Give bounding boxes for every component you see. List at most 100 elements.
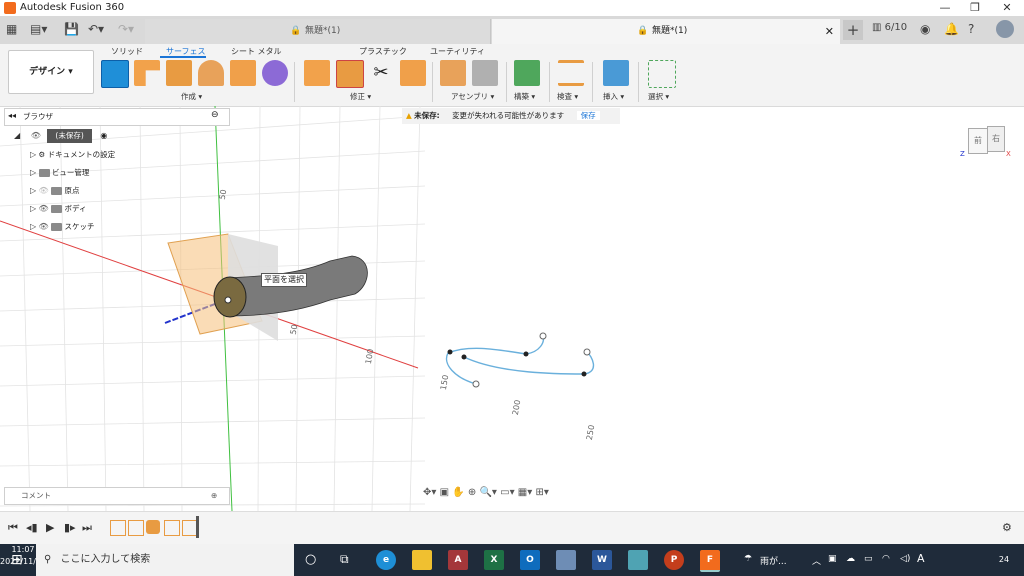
- weather-text[interactable]: 雨が...: [760, 554, 787, 567]
- collapsed-triangle-icon[interactable]: ▷: [30, 150, 36, 159]
- save-icon[interactable]: 💾: [64, 22, 79, 36]
- pan-hand-icon[interactable]: ✋: [452, 487, 464, 498]
- grid-settings-icon[interactable]: ▦▾: [518, 487, 532, 498]
- paint-icon[interactable]: [556, 550, 576, 570]
- eye-icon[interactable]: 👁: [39, 186, 49, 195]
- group-assembly[interactable]: アセンブリ ▾: [451, 91, 494, 102]
- redo-icon[interactable]: ↷▾: [118, 22, 134, 36]
- weather-icon[interactable]: ☂: [744, 554, 752, 564]
- step-back-icon[interactable]: ◂▮: [26, 521, 38, 534]
- notification-center[interactable]: 24: [994, 551, 1014, 569]
- help-icon[interactable]: ?: [968, 22, 974, 36]
- browser-item[interactable]: ▷ 👁 原点: [30, 184, 79, 198]
- access-icon[interactable]: A: [448, 550, 468, 570]
- browser-item[interactable]: ▷ 👁 ボディ: [30, 202, 86, 216]
- select-icon[interactable]: [648, 60, 676, 88]
- app-grid-icon[interactable]: ▦: [6, 22, 17, 36]
- timeline-sweep-feature[interactable]: [146, 520, 160, 534]
- workspace-switcher[interactable]: デザイン ▾: [8, 50, 94, 94]
- go-to-end-icon[interactable]: ⏭: [82, 521, 92, 535]
- timeline-sketch-feature[interactable]: [128, 520, 144, 536]
- press-pull-icon[interactable]: [304, 60, 330, 86]
- group-select[interactable]: 選択 ▾: [648, 91, 669, 102]
- online-status-icon[interactable]: ◉: [920, 22, 930, 36]
- collapsed-triangle-icon[interactable]: ▷: [30, 222, 36, 231]
- 3d-viewport[interactable]: [0, 106, 1024, 511]
- measure-icon[interactable]: [558, 60, 584, 86]
- browser-item[interactable]: ▷ ビュー管理: [30, 166, 89, 180]
- spline-point[interactable]: [581, 371, 587, 377]
- fusion360-taskbar-icon[interactable]: F: [700, 550, 720, 572]
- group-create[interactable]: 作成 ▾: [181, 91, 202, 102]
- browser-menu-icon[interactable]: ⊖: [211, 110, 219, 120]
- activate-radio-icon[interactable]: ◉: [100, 131, 107, 140]
- new-component-icon[interactable]: [440, 60, 466, 86]
- origin-point[interactable]: [224, 296, 232, 304]
- tray-chevron-icon[interactable]: ︿: [812, 554, 821, 567]
- close-tab-icon[interactable]: ✕: [825, 19, 834, 44]
- go-to-start-icon[interactable]: ⏮: [8, 521, 18, 535]
- profile-circle[interactable]: [213, 276, 247, 318]
- tab-plastic[interactable]: プラスチック: [359, 46, 407, 57]
- view-cube[interactable]: 前 右 Z X: [960, 118, 1011, 168]
- eye-icon[interactable]: 👁: [39, 222, 49, 231]
- spline-handle[interactable]: [583, 348, 591, 356]
- browser-root-row[interactable]: ◢ 👁 (未保存) ◉: [14, 129, 107, 143]
- save-link[interactable]: 保存: [576, 111, 600, 120]
- viewports-icon[interactable]: ⊞▾: [535, 487, 548, 498]
- file-menu-icon[interactable]: ▤▾: [30, 22, 47, 36]
- insert-image-icon[interactable]: [603, 60, 629, 86]
- volume-icon[interactable]: ◁): [900, 554, 910, 564]
- look-at-icon[interactable]: ▣: [440, 487, 449, 498]
- eye-icon[interactable]: 👁: [39, 204, 49, 213]
- timeline-marker[interactable]: [196, 516, 199, 538]
- onedrive-icon[interactable]: ☁: [846, 554, 855, 564]
- loft-icon[interactable]: [230, 60, 256, 86]
- restore-button[interactable]: ❐: [960, 0, 990, 16]
- excel-icon[interactable]: X: [484, 550, 504, 570]
- tab-sheet-metal[interactable]: シート メタル: [231, 46, 282, 57]
- spline-curve[interactable]: [445, 335, 595, 385]
- tab-utility[interactable]: ユーティリティ: [430, 46, 485, 57]
- battery-icon[interactable]: ▭: [864, 554, 873, 564]
- browser-panel-header[interactable]: ◂◂ ブラウザ ⊖: [4, 108, 230, 126]
- task-view-icon[interactable]: ⧉: [340, 552, 349, 567]
- form-icon[interactable]: [262, 60, 288, 86]
- view-cube-front[interactable]: 前: [968, 128, 988, 154]
- new-tab-button[interactable]: +: [843, 20, 863, 40]
- fit-zoom-icon[interactable]: 🔍▾: [479, 487, 496, 498]
- group-insert[interactable]: 挿入 ▾: [603, 91, 624, 102]
- browser-item[interactable]: ▷ ⚙ ドキュメントの設定: [30, 148, 115, 162]
- eye-icon[interactable]: 👁: [31, 131, 41, 140]
- browser-item[interactable]: ▷ 👁 スケッチ: [30, 220, 94, 234]
- group-construct[interactable]: 構築 ▾: [514, 91, 535, 102]
- extrude-icon[interactable]: [134, 60, 160, 86]
- word-icon[interactable]: W: [592, 550, 612, 570]
- group-inspect[interactable]: 検査 ▾: [557, 91, 578, 102]
- document-tab-inactive[interactable]: 🔒 無題*(1): [145, 19, 491, 44]
- ime-indicator[interactable]: A: [917, 552, 925, 565]
- app-icon[interactable]: [628, 550, 648, 570]
- zoom-icon[interactable]: ⊕: [468, 487, 476, 498]
- revolve-icon[interactable]: [166, 60, 192, 86]
- root-component-name[interactable]: (未保存): [47, 129, 92, 143]
- avatar[interactable]: [996, 20, 1014, 38]
- taskbar-search-box[interactable]: ⚲ ここに入力して検索: [36, 544, 294, 576]
- document-tab-active[interactable]: 🔒 無題*(1) ✕: [492, 19, 840, 44]
- job-status[interactable]: ▥ 6/10: [872, 22, 907, 33]
- timeline-sketch-feature[interactable]: [164, 520, 180, 536]
- collapsed-triangle-icon[interactable]: ▷: [30, 186, 36, 195]
- close-window-button[interactable]: ✕: [992, 0, 1022, 16]
- joint-icon[interactable]: [472, 60, 498, 86]
- windows-start-icon[interactable]: ⊞: [11, 552, 23, 568]
- collapse-panel-icon[interactable]: ◂◂: [8, 111, 16, 120]
- display-settings-icon[interactable]: ▭▾: [500, 487, 514, 498]
- tab-solid[interactable]: ソリッド: [111, 46, 143, 57]
- timeline-settings-gear-icon[interactable]: ⚙: [1002, 521, 1012, 534]
- group-modify[interactable]: 修正 ▾: [350, 91, 371, 102]
- add-comment-icon[interactable]: ⊕: [211, 488, 217, 504]
- undo-icon[interactable]: ↶▾: [88, 22, 104, 36]
- spline-point[interactable]: [523, 351, 529, 357]
- collapsed-triangle-icon[interactable]: ▷: [30, 168, 36, 177]
- powerpoint-icon[interactable]: P: [664, 550, 684, 570]
